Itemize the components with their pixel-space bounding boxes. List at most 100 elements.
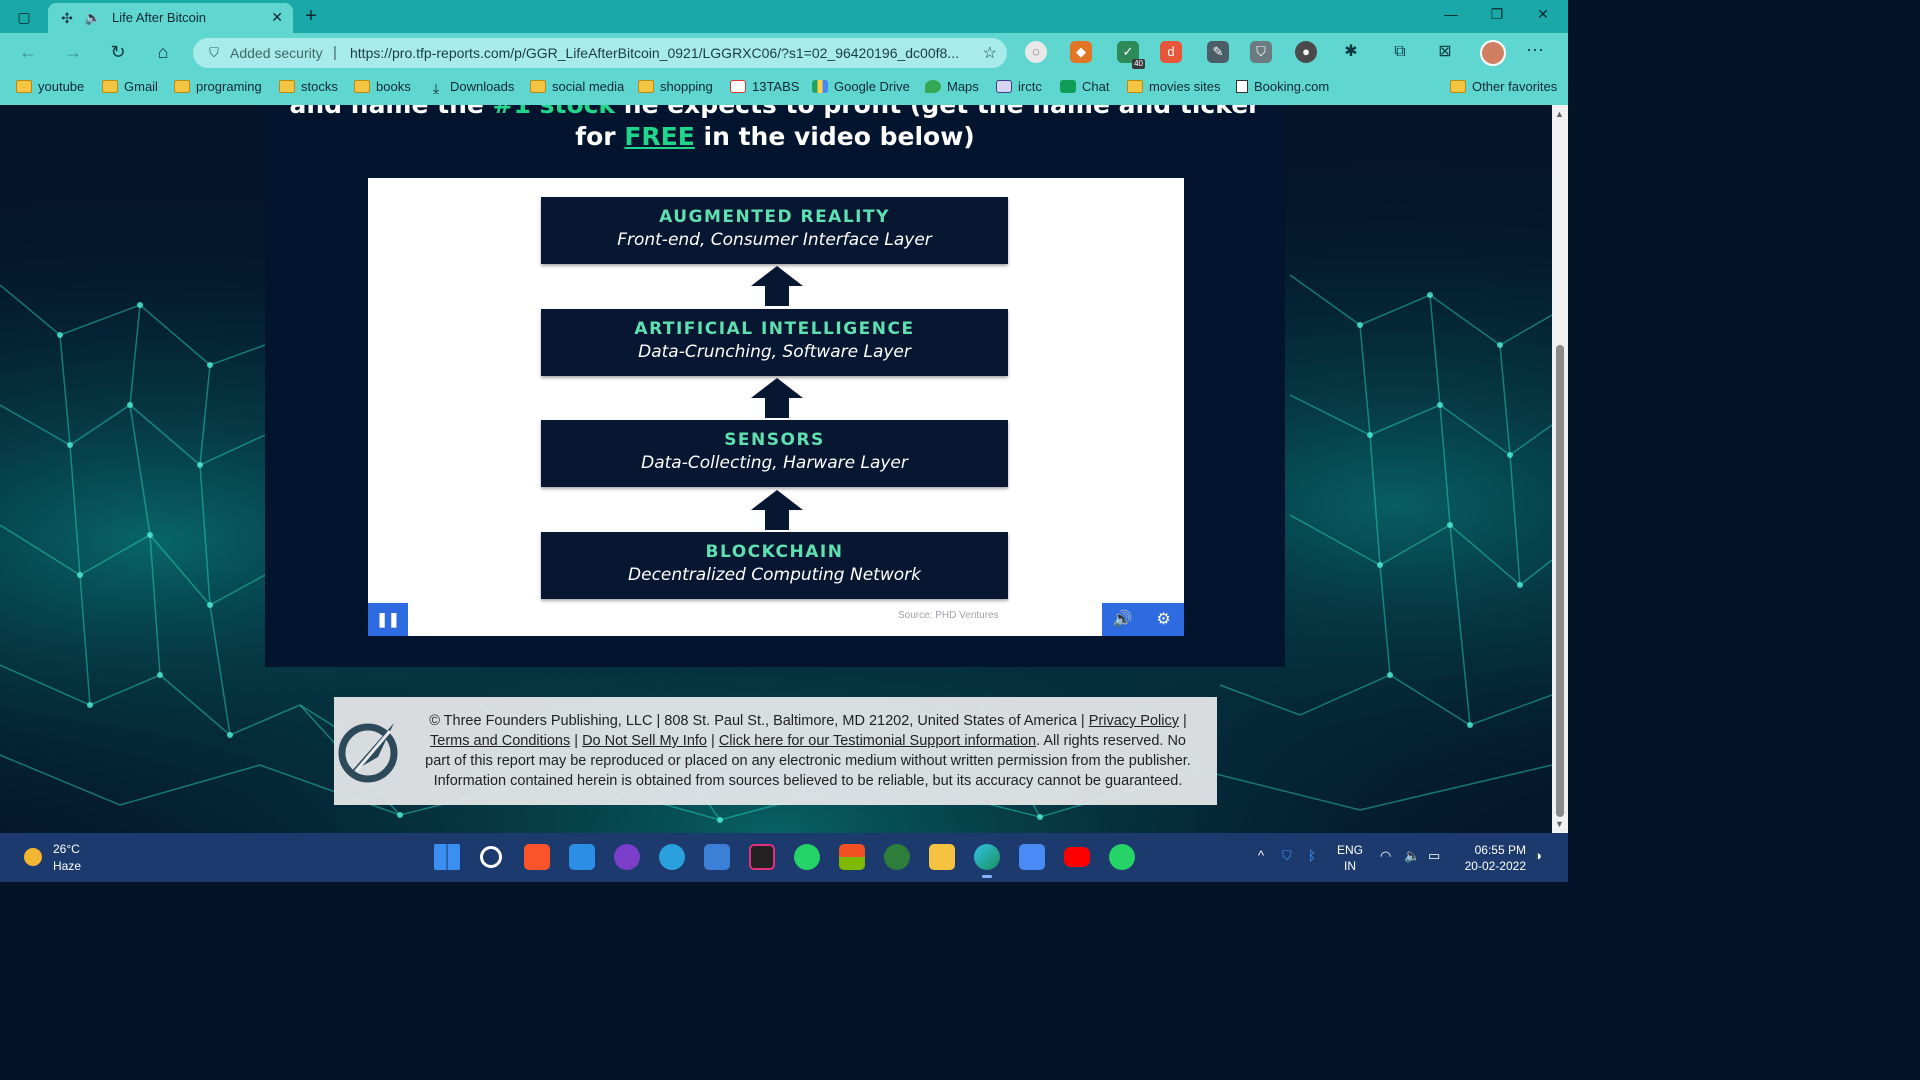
active-tab[interactable]: ✣ 🔈 Life After Bitcoin ✕ bbox=[48, 3, 293, 33]
whatsapp-icon[interactable] bbox=[794, 844, 820, 870]
refresh-button[interactable]: ↻ bbox=[106, 40, 130, 64]
folder-icon bbox=[1127, 80, 1143, 93]
extension-badge-count: 40 bbox=[1132, 59, 1145, 69]
bookmark-irctc[interactable]: irctc bbox=[996, 79, 1042, 97]
chat-icon bbox=[1060, 80, 1076, 93]
extension-pen-icon[interactable]: ✎ bbox=[1207, 41, 1229, 63]
extension-1-icon[interactable]: ◌ bbox=[1025, 41, 1047, 63]
bookmark-movies-sites[interactable]: movies sites bbox=[1127, 79, 1221, 97]
extensions-puzzle-icon[interactable]: ✱ bbox=[1340, 41, 1362, 63]
weather-condition[interactable]: Haze bbox=[53, 859, 81, 873]
language-indicator[interactable]: ENG IN bbox=[1337, 842, 1363, 874]
browser-toolbar: ← → ↻ ⌂ ⛉ Added security | https://pro.t… bbox=[0, 33, 1568, 71]
do-not-sell-link[interactable]: Do Not Sell My Info bbox=[582, 733, 707, 749]
bookmark-downloads[interactable]: ⤓ Downloads bbox=[428, 79, 514, 97]
url-text[interactable]: https://pro.tfp-reports.com/p/GGR_LifeAf… bbox=[350, 45, 970, 61]
bookmark-gmail[interactable]: Gmail bbox=[102, 79, 158, 97]
audio-playing-icon[interactable]: 🔈 bbox=[84, 9, 102, 27]
video-settings-button[interactable]: ⚙ bbox=[1143, 603, 1184, 636]
github-desktop-icon[interactable] bbox=[614, 844, 640, 870]
security-shield-icon[interactable]: ⛉ bbox=[205, 44, 223, 62]
video-controls: 🔊 ⚙ bbox=[1102, 603, 1184, 636]
bookmarks-bar: youtube Gmail programing stocks books ⤓ D… bbox=[0, 71, 1568, 105]
tab-close-icon[interactable]: ✕ bbox=[271, 9, 283, 26]
vscode-icon[interactable] bbox=[569, 844, 595, 870]
bookmark-other-favorites[interactable]: Other favorites bbox=[1450, 79, 1557, 97]
terms-link[interactable]: Terms and Conditions bbox=[430, 733, 570, 749]
maps-icon bbox=[925, 80, 941, 93]
speaker-icon[interactable]: 🔈 bbox=[1404, 848, 1420, 864]
translate-icon[interactable] bbox=[1019, 844, 1045, 870]
app-green-icon[interactable] bbox=[884, 844, 910, 870]
bookmark-maps[interactable]: Maps bbox=[925, 79, 979, 97]
tray-overflow-icon[interactable]: ^ bbox=[1258, 848, 1264, 863]
tab-actions-icon[interactable]: ▢ bbox=[10, 6, 38, 28]
profile-avatar[interactable] bbox=[1480, 40, 1506, 66]
battery-icon[interactable]: ▭ bbox=[1428, 848, 1440, 864]
weather-temperature[interactable]: 26°C bbox=[53, 842, 80, 856]
back-button[interactable]: ← bbox=[16, 40, 40, 64]
collections-icon[interactable]: ⧉ bbox=[1389, 41, 1411, 63]
privacy-policy-link[interactable]: Privacy Policy bbox=[1089, 713, 1179, 729]
scrollbar-thumb[interactable] bbox=[1556, 345, 1564, 817]
search-icon[interactable] bbox=[480, 846, 502, 868]
home-button[interactable]: ⌂ bbox=[151, 40, 175, 64]
microsoft-store-icon[interactable] bbox=[839, 844, 865, 870]
telegram-icon[interactable] bbox=[659, 844, 685, 870]
new-tab-button[interactable]: + bbox=[300, 6, 322, 28]
bookmark-booking[interactable]: Booking.com bbox=[1236, 79, 1329, 97]
defender-shield-icon[interactable]: ⛉ bbox=[1282, 848, 1292, 864]
footer-legal-text: © Three Founders Publishing, LLC | 808 S… bbox=[425, 713, 1191, 789]
edge-browser-icon[interactable] bbox=[974, 844, 1000, 878]
layer-title: AUGMENTED REALITY bbox=[659, 207, 890, 227]
video-player[interactable]: AUGMENTED REALITY Front-end, Consumer In… bbox=[368, 178, 1184, 636]
bluetooth-icon[interactable]: ᛒ bbox=[1308, 848, 1316, 863]
settings-more-icon[interactable]: ⋯ bbox=[1526, 40, 1544, 61]
windows-taskbar: 26°C Haze ^ ⛉ ᛒ ENG IN ◠ 🔈 ▭ 06:55 PM 20-0… bbox=[0, 833, 1568, 882]
extension-dark-icon[interactable]: ● bbox=[1295, 41, 1317, 63]
bookmark-chat[interactable]: Chat bbox=[1060, 79, 1109, 97]
bookmark-stocks[interactable]: stocks bbox=[279, 79, 338, 97]
minimize-button[interactable]: — bbox=[1436, 6, 1466, 26]
youtube-icon[interactable] bbox=[1064, 847, 1090, 867]
bookmark-social-media[interactable]: social media bbox=[530, 79, 624, 97]
security-label[interactable]: Added security bbox=[230, 45, 323, 61]
video-source-caption: Source: PHD Ventures bbox=[898, 610, 999, 621]
page-scrollbar[interactable]: ▲ ▼ bbox=[1552, 105, 1568, 833]
scroll-up-icon[interactable]: ▲ bbox=[1555, 109, 1564, 119]
extension-shield-icon[interactable]: ⛉ bbox=[1250, 41, 1272, 63]
file-explorer-icon[interactable] bbox=[929, 844, 955, 870]
bookmark-books[interactable]: books bbox=[354, 79, 411, 97]
address-bar[interactable]: ⛉ Added security | https://pro.tfp-repor… bbox=[193, 38, 1007, 68]
scroll-down-icon[interactable]: ▼ bbox=[1555, 819, 1564, 829]
app-pink-icon[interactable] bbox=[749, 844, 775, 870]
metamask-icon[interactable]: ◆ bbox=[1070, 41, 1092, 63]
whatsapp-2-icon[interactable] bbox=[1109, 844, 1135, 870]
restore-button[interactable]: ❐ bbox=[1482, 6, 1512, 26]
publisher-logo bbox=[338, 723, 398, 783]
bookmark-13tabs[interactable]: 13TABS bbox=[730, 79, 799, 97]
system-clock[interactable]: 06:55 PM 20-02-2022 bbox=[1458, 842, 1526, 874]
testimonial-support-link[interactable]: Click here for our Testimonial Support i… bbox=[719, 733, 1036, 749]
bookmark-google-drive[interactable]: Google Drive bbox=[812, 79, 910, 97]
wifi-icon[interactable]: ◠ bbox=[1380, 848, 1391, 864]
forward-button[interactable]: → bbox=[61, 40, 85, 64]
window-close-button[interactable]: ✕ bbox=[1528, 6, 1558, 26]
address-separator: | bbox=[333, 44, 337, 61]
volume-icon: 🔊 bbox=[1112, 611, 1133, 628]
math-solver-icon[interactable]: ⊠ bbox=[1434, 41, 1456, 63]
add-favorite-icon[interactable]: ☆ bbox=[983, 43, 997, 63]
bookmark-youtube[interactable]: youtube bbox=[16, 79, 84, 97]
volume-button[interactable]: 🔊 bbox=[1102, 603, 1143, 636]
brave-browser-icon[interactable] bbox=[524, 844, 550, 870]
start-button[interactable] bbox=[434, 844, 460, 870]
headline-free-link[interactable]: FREE bbox=[624, 122, 694, 151]
mail-icon[interactable] bbox=[704, 844, 730, 870]
bookmark-shopping[interactable]: shopping bbox=[638, 79, 713, 97]
pause-button[interactable]: ❚❚ bbox=[368, 603, 408, 636]
notifications-icon[interactable]: ◑ bbox=[1534, 848, 1542, 863]
extension-badge-icon[interactable]: ✓ 40 bbox=[1117, 41, 1145, 69]
extension-red-icon[interactable]: d bbox=[1160, 41, 1182, 63]
weather-sun-icon[interactable] bbox=[24, 848, 42, 866]
bookmark-programing[interactable]: programing bbox=[174, 79, 262, 97]
